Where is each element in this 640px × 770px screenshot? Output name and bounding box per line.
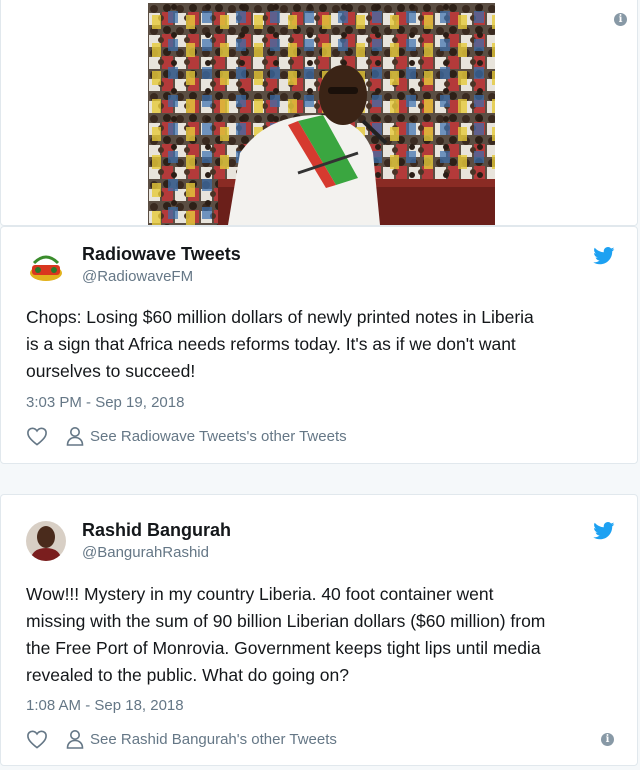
tweet-text-line: Wow!!! Mystery in my country Liberia. 40…	[26, 584, 494, 604]
tweet-card: Rashid Bangurah @BangurahRashid Wow!!! M…	[0, 494, 638, 766]
heart-icon[interactable]	[26, 729, 48, 749]
tweet-text: Chops: Losing $60 million dollars of new…	[26, 304, 621, 385]
author-handle[interactable]: @RadiowaveFM	[82, 268, 193, 285]
see-other-tweets-link[interactable]: See Radiowave Tweets's other Tweets	[66, 425, 347, 447]
heart-icon[interactable]	[26, 426, 48, 446]
avatar[interactable]	[26, 521, 66, 561]
tweet-timestamp[interactable]: 1:08 AM - Sep 18, 2018	[26, 697, 184, 714]
embedded-tweet-photo-card: i	[0, 0, 638, 226]
see-other-tweets-label: See Rashid Bangurah's other Tweets	[90, 730, 337, 748]
twitter-bird-icon[interactable]	[593, 247, 615, 265]
info-icon[interactable]: i	[614, 13, 627, 26]
person-icon	[66, 730, 84, 749]
tweet-text-line: is a sign that Africa needs reforms toda…	[26, 334, 516, 354]
tweet-timestamp[interactable]: 3:03 PM - Sep 19, 2018	[26, 394, 184, 411]
tweet-text-line: the Free Port of Monrovia. Government ke…	[26, 638, 541, 658]
tweet-card: Radiowave Tweets @RadiowaveFM Chops: Los…	[0, 226, 638, 464]
user-photo-icon	[26, 521, 66, 561]
tweet-text-line: revealed to the public. What do going on…	[26, 665, 349, 685]
person-icon	[66, 427, 84, 446]
see-other-tweets-label: See Radiowave Tweets's other Tweets	[90, 427, 347, 445]
tweet-text-line: missing with the sum of 90 billion Liber…	[26, 611, 546, 631]
tweet-text: Wow!!! Mystery in my country Liberia. 40…	[26, 581, 621, 689]
avatar[interactable]	[26, 247, 66, 287]
twitter-bird-icon[interactable]	[593, 522, 615, 540]
tweet-text-line: ourselves to succeed!	[26, 361, 196, 381]
see-other-tweets-link[interactable]: See Rashid Bangurah's other Tweets	[66, 728, 337, 750]
tweet-photo[interactable]	[148, 3, 495, 225]
radio-logo-icon	[26, 247, 66, 287]
author-name[interactable]: Rashid Bangurah	[82, 520, 231, 541]
author-name[interactable]: Radiowave Tweets	[82, 244, 241, 265]
author-handle[interactable]: @BangurahRashid	[82, 544, 209, 561]
tweet-actions: See Radiowave Tweets's other Tweets	[26, 425, 616, 449]
info-icon[interactable]: i	[601, 733, 614, 746]
tweet-actions: See Rashid Bangurah's other Tweets i	[26, 728, 616, 752]
tweet-text-line: Chops: Losing $60 million dollars of new…	[26, 307, 534, 327]
